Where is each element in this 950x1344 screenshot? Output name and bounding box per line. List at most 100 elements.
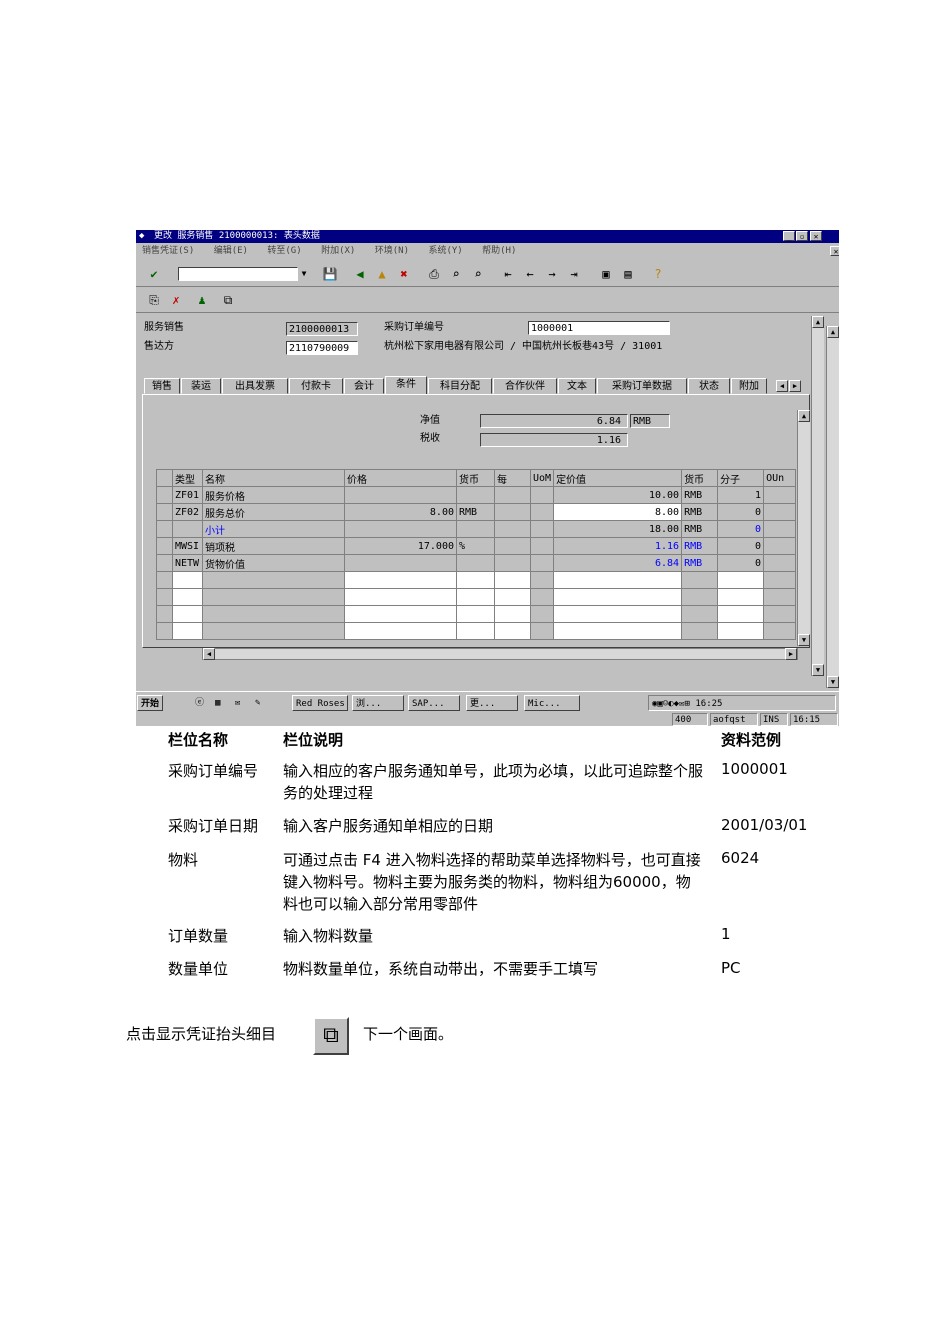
- col-header-price[interactable]: 价格: [344, 469, 457, 487]
- empty-cell[interactable]: [456, 588, 495, 606]
- tab-additional[interactable]: 附加: [731, 378, 767, 394]
- tab-po-data[interactable]: 采购订单数据: [597, 378, 687, 394]
- tab-accounting[interactable]: 会计: [344, 378, 384, 394]
- tab-billing[interactable]: 出具发票: [222, 378, 288, 394]
- empty-cell[interactable]: [763, 588, 797, 606]
- enter-icon[interactable]: ✔: [146, 266, 162, 282]
- empty-cell[interactable]: [494, 588, 531, 606]
- tab-shipping[interactable]: 装运: [181, 378, 221, 394]
- inner-close-button[interactable]: ✕: [830, 246, 839, 256]
- empty-cell[interactable]: [202, 588, 345, 606]
- close-button[interactable]: ✕: [810, 231, 822, 241]
- empty-cell[interactable]: [494, 622, 531, 640]
- col-header-condition-value[interactable]: 定价值: [553, 469, 683, 487]
- last-page-icon[interactable]: ⇥: [566, 266, 582, 282]
- tab-status[interactable]: 状态: [688, 378, 730, 394]
- col-header-type[interactable]: 类型: [172, 469, 203, 487]
- cell-currency[interactable]: RMB: [456, 503, 495, 521]
- tab-texts[interactable]: 文本: [558, 378, 596, 394]
- shortcut-icon[interactable]: ▤: [620, 266, 636, 282]
- empty-row[interactable]: [156, 605, 797, 623]
- empty-cell[interactable]: [529, 605, 555, 623]
- row-selector[interactable]: [156, 554, 173, 572]
- cancel-icon[interactable]: ✖: [396, 266, 412, 282]
- document-icon[interactable]: ⎘: [146, 292, 162, 308]
- taskbar-item-red-roses[interactable]: Red Roses: [292, 695, 348, 711]
- menu-extras[interactable]: 附加(X): [321, 246, 355, 256]
- empty-cell[interactable]: [172, 622, 203, 640]
- partner-icon[interactable]: ♟: [194, 292, 210, 308]
- screen-scrollbar[interactable]: ▲ ▼: [811, 316, 824, 676]
- new-session-icon[interactable]: ▣: [598, 266, 614, 282]
- print-icon[interactable]: ⎙: [426, 266, 442, 282]
- row-selector[interactable]: [156, 537, 173, 555]
- empty-cell[interactable]: [202, 571, 345, 589]
- scroll-down-icon[interactable]: ▼: [812, 664, 824, 676]
- col-header-currency-2[interactable]: 货币: [681, 469, 719, 487]
- cell-per[interactable]: [494, 503, 531, 521]
- panel-scroll-down-icon[interactable]: ▼: [798, 634, 810, 646]
- next-page-icon[interactable]: →: [544, 266, 560, 282]
- row-selector[interactable]: [156, 622, 173, 640]
- save-icon[interactable]: 💾: [322, 266, 338, 282]
- empty-cell[interactable]: [529, 588, 555, 606]
- table-row[interactable]: ZF02 服务总价 8.00 RMB 8.00 RMB 0: [156, 503, 797, 521]
- outlook-icon[interactable]: ✉: [232, 695, 243, 711]
- header-details-icon[interactable]: ⧉: [313, 1017, 349, 1055]
- empty-cell[interactable]: [202, 622, 345, 640]
- tab-account-assignment[interactable]: 科目分配: [428, 378, 492, 394]
- tab-sales[interactable]: 销售: [144, 378, 180, 394]
- empty-cell[interactable]: [763, 622, 797, 640]
- empty-cell[interactable]: [717, 588, 765, 606]
- cell-condition-value[interactable]: 8.00: [553, 503, 683, 521]
- cell-price[interactable]: 8.00: [344, 503, 457, 521]
- empty-row[interactable]: [156, 571, 797, 589]
- grid-scroll-left-icon[interactable]: ◀: [203, 648, 215, 660]
- cell-uom[interactable]: [529, 503, 555, 521]
- exit-icon[interactable]: ▲: [374, 266, 390, 282]
- select-all-cell[interactable]: [156, 469, 173, 487]
- empty-cell[interactable]: [681, 605, 719, 623]
- empty-cell[interactable]: [763, 605, 797, 623]
- tab-partners[interactable]: 合作伙伴: [493, 378, 557, 394]
- col-header-currency[interactable]: 货币: [456, 469, 495, 487]
- row-selector[interactable]: [156, 571, 173, 589]
- outer-scroll-up-icon[interactable]: ▲: [827, 326, 839, 338]
- empty-cell[interactable]: [494, 571, 531, 589]
- empty-cell[interactable]: [553, 571, 683, 589]
- menu-system[interactable]: 系统(Y): [428, 246, 462, 256]
- maximize-button[interactable]: ▫: [796, 231, 808, 241]
- first-page-icon[interactable]: ⇤: [500, 266, 516, 282]
- help-icon[interactable]: ?: [650, 266, 666, 282]
- outer-scroll-down-icon[interactable]: ▼: [827, 676, 839, 688]
- outer-scrollbar[interactable]: ▲ ▼: [826, 326, 839, 688]
- col-header-numerator[interactable]: 分子: [717, 469, 765, 487]
- menu-environment[interactable]: 环境(N): [375, 246, 409, 256]
- tab-payment-card[interactable]: 付款卡: [289, 378, 343, 394]
- row-selector[interactable]: [156, 588, 173, 606]
- panel-scrollbar[interactable]: ▲ ▼: [797, 410, 810, 646]
- empty-cell[interactable]: [553, 622, 683, 640]
- po-number-field[interactable]: 1000001: [528, 321, 670, 335]
- row-selector[interactable]: [156, 605, 173, 623]
- previous-page-icon[interactable]: ←: [522, 266, 538, 282]
- taskbar-item-change[interactable]: 更...: [466, 695, 518, 711]
- row-selector[interactable]: [156, 503, 173, 521]
- tab-scroll-right-icon[interactable]: ▶: [789, 380, 801, 392]
- table-row[interactable]: ZF01 服务价格 10.00 RMB 1: [156, 486, 797, 504]
- empty-cell[interactable]: [172, 571, 203, 589]
- empty-cell[interactable]: [717, 622, 765, 640]
- minimize-button[interactable]: _: [783, 231, 795, 241]
- back-icon[interactable]: ◀: [352, 266, 368, 282]
- table-row[interactable]: MWSI 销项税 17.000 % 1.16 RMB 0: [156, 537, 797, 555]
- empty-cell[interactable]: [553, 588, 683, 606]
- find-next-icon[interactable]: ⌕: [470, 266, 486, 282]
- empty-cell[interactable]: [717, 605, 765, 623]
- tab-conditions[interactable]: 条件: [385, 376, 427, 395]
- quicklaunch-icon[interactable]: ✎: [252, 695, 263, 711]
- row-selector[interactable]: [156, 486, 173, 504]
- grid-horizontal-scrollbar[interactable]: ◀ ▶: [202, 648, 798, 660]
- find-icon[interactable]: ⌕: [448, 266, 464, 282]
- empty-cell[interactable]: [529, 571, 555, 589]
- empty-cell[interactable]: [344, 588, 457, 606]
